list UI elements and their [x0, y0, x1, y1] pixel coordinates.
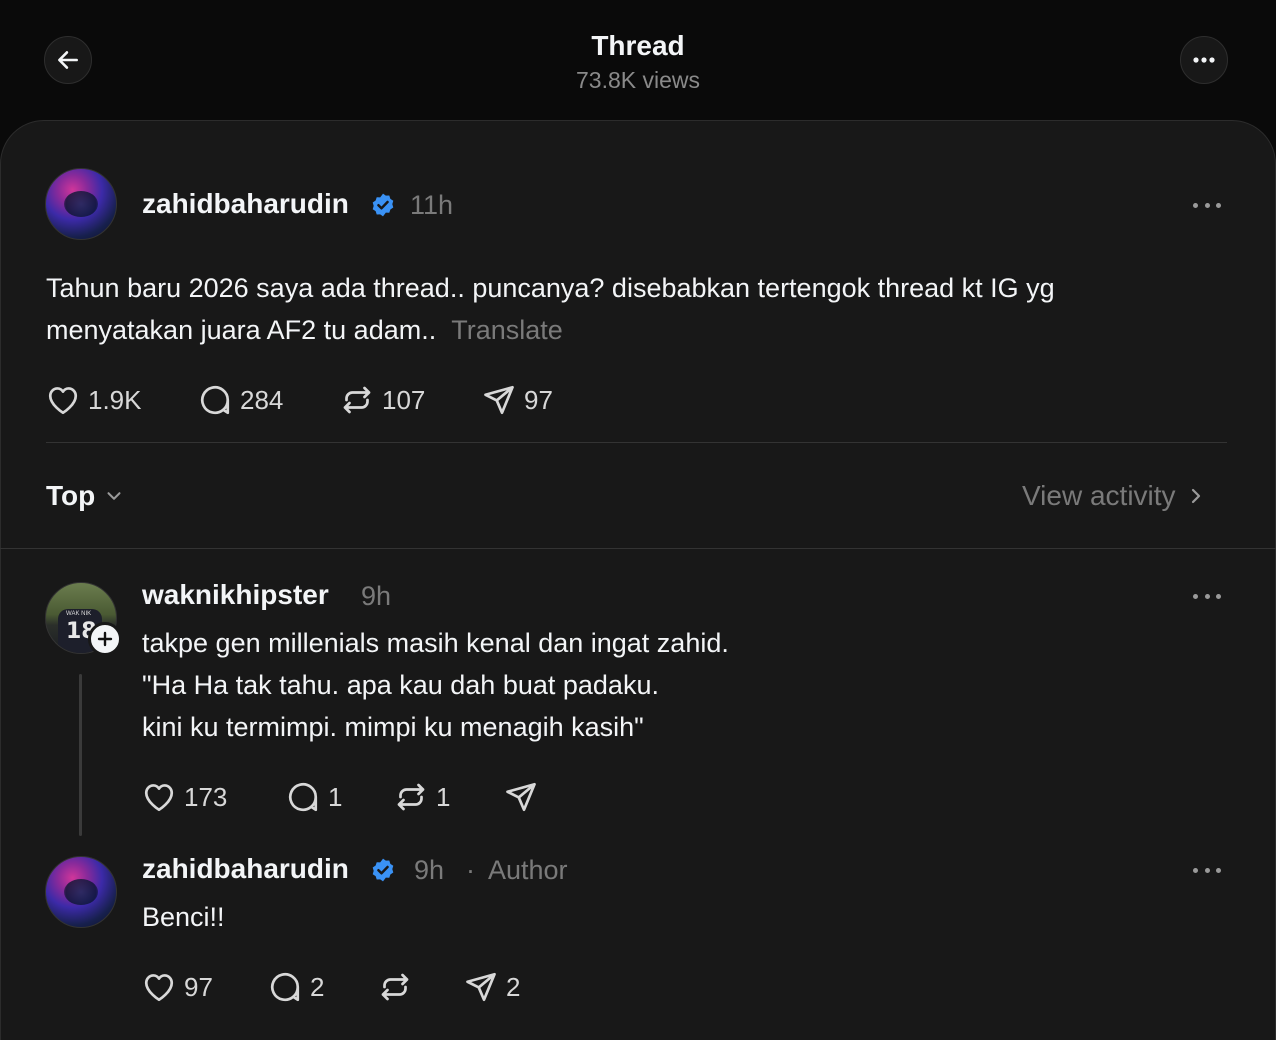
comment-icon	[200, 385, 230, 415]
avatar[interactable]	[45, 168, 117, 240]
reply-text-line-1: takpe gen millenials masih kenal dan ing…	[142, 628, 729, 658]
heart-icon	[144, 784, 174, 812]
send-icon	[484, 385, 514, 415]
share-button[interactable]: 97	[481, 382, 553, 418]
repost-count: 1	[436, 781, 451, 812]
section-divider	[0, 548, 1276, 549]
chevron-down-icon	[107, 492, 121, 500]
repost-count: 107	[382, 384, 426, 415]
reply-username[interactable]: waknikhipster	[142, 579, 329, 611]
post-more-button[interactable]	[1187, 195, 1227, 215]
view-count: 73.8K views	[575, 67, 700, 93]
reply-count: 284	[240, 384, 284, 415]
post-text-line-1: Tahun baru 2026 saya ada thread.. puncan…	[46, 273, 1055, 303]
share-button[interactable]: 2	[463, 969, 520, 1005]
post-actions: 1.9K 284 107 97	[45, 380, 553, 420]
page-title: Thread	[591, 30, 685, 61]
author-reply-more-button[interactable]	[1187, 860, 1227, 880]
divider	[46, 442, 1227, 443]
meta-separator: ·	[466, 855, 475, 885]
author-reply-text: Benci!!	[142, 902, 225, 932]
like-button[interactable]: 173	[141, 779, 285, 815]
repost-button[interactable]: 1	[393, 779, 503, 815]
like-count: 97	[184, 971, 213, 1002]
reply-button[interactable]: 2	[267, 969, 377, 1005]
post-text-line-2-content: menyatakan juara AF2 tu adam..	[46, 315, 437, 345]
heart-icon	[48, 387, 78, 415]
like-button[interactable]: 97	[141, 969, 267, 1005]
author-tag: Author	[488, 855, 568, 885]
chevron-right-icon	[1191, 488, 1200, 504]
plus-icon	[97, 631, 113, 647]
author-reply-time: 9h	[414, 855, 445, 885]
translate-link[interactable]: Translate	[451, 315, 563, 345]
reply-text-line-2: "Ha Ha tak tahu. apa kau dah buat padaku…	[142, 670, 659, 700]
like-count: 1.9K	[88, 384, 142, 415]
share-button[interactable]	[503, 779, 539, 815]
like-count: 173	[184, 781, 228, 812]
repost-icon	[381, 973, 409, 1001]
view-activity-link[interactable]: View activity	[1022, 480, 1208, 512]
verified-badge-icon	[372, 858, 394, 882]
reply-text: takpe gen millenials masih kenal dan ing…	[142, 622, 1142, 748]
repost-button[interactable]	[377, 969, 463, 1005]
like-button[interactable]: 1.9K	[45, 382, 197, 418]
heart-icon	[144, 974, 174, 1002]
author-reply-username[interactable]: zahidbaharudin	[142, 853, 349, 885]
thread-connector-line	[79, 674, 82, 836]
post-text-line-2: menyatakan juara AF2 tu adam.. Translate	[46, 309, 1246, 351]
reply-count: 2	[310, 971, 325, 1002]
share-count: 97	[524, 384, 553, 415]
send-icon	[506, 782, 536, 812]
repost-icon	[397, 783, 425, 811]
sort-label: Top	[46, 480, 96, 511]
more-options-button[interactable]	[1180, 36, 1228, 84]
reply-actions: 173 1 1	[141, 777, 539, 817]
comment-icon	[270, 972, 300, 1002]
repost-icon	[343, 386, 371, 414]
reply-button[interactable]: 1	[285, 779, 393, 815]
more-horizontal-icon	[1193, 57, 1215, 63]
reply-button[interactable]: 284	[197, 382, 339, 418]
top-bar: Thread 73.8K views	[0, 0, 1276, 120]
post-username[interactable]: zahidbaharudin	[142, 188, 349, 220]
post-text: Tahun baru 2026 saya ada thread.. puncan…	[46, 267, 1246, 351]
reply-more-button[interactable]	[1187, 586, 1227, 606]
view-activity-label: View activity	[1022, 480, 1176, 511]
share-count: 2	[506, 971, 521, 1002]
comment-icon	[288, 782, 318, 812]
reply-time: 9h	[361, 581, 392, 611]
sort-dropdown[interactable]: Top	[46, 480, 125, 512]
send-icon	[466, 972, 496, 1002]
reply-text-line-3: kini ku termimpi. mimpi ku menagih kasih…	[142, 712, 644, 742]
author-reply-avatar[interactable]	[45, 856, 117, 928]
follow-plus-button[interactable]	[88, 622, 122, 656]
reply-count: 1	[328, 781, 343, 812]
avatar-jersey-name: WAK NIK	[66, 611, 92, 617]
author-reply-actions: 97 2 2	[141, 967, 520, 1007]
repost-button[interactable]: 107	[339, 382, 481, 418]
post-time: 11h	[410, 190, 454, 220]
verified-badge-icon	[372, 193, 394, 217]
